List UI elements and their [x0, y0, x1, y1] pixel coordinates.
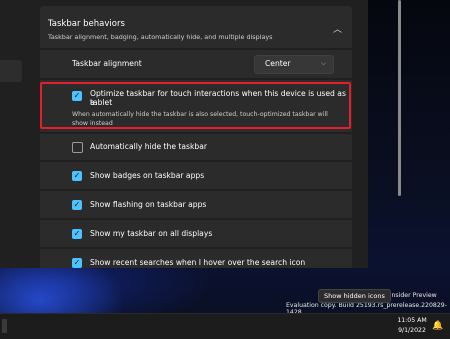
taskbar-clock[interactable]: 11:05 AM 9/1/2022: [394, 316, 430, 336]
taskbar-left-edge[interactable]: [2, 319, 7, 333]
all-displays-row: ✓ Show my taskbar on all displays: [40, 220, 352, 247]
flashing-row: ✓ Show flashing on taskbar apps: [40, 191, 352, 218]
flashing-checkbox[interactable]: ✓: [72, 200, 82, 210]
section-subtitle: Taskbar alignment, badging, automaticall…: [48, 33, 273, 41]
red-highlight-box: [40, 82, 351, 129]
show-hidden-icons-tooltip: Show hidden icons: [318, 289, 391, 303]
badges-row: ✓ Show badges on taskbar apps: [40, 162, 352, 189]
all-displays-label: Show my taskbar on all displays: [90, 229, 213, 238]
recent-searches-checkbox[interactable]: ✓: [72, 258, 82, 268]
windows-taskbar: 11:05 AM 9/1/2022 🔔: [0, 313, 450, 339]
auto-hide-row: Automatically hide the taskbar: [40, 134, 352, 160]
auto-hide-checkbox[interactable]: [72, 142, 83, 153]
nav-selected-item[interactable]: [0, 60, 22, 82]
all-displays-checkbox[interactable]: ✓: [72, 229, 82, 239]
notification-icon[interactable]: 🔔: [432, 321, 443, 331]
badges-label: Show badges on taskbar apps: [90, 171, 205, 180]
chevron-up-icon[interactable]: ︿: [333, 22, 342, 35]
settings-window: Taskbar behaviors Taskbar alignment, bad…: [36, 0, 401, 268]
settings-nav-pane: [0, 0, 36, 268]
chevron-down-icon: ⌵: [321, 59, 326, 67]
taskbar-behaviors-header[interactable]: Taskbar behaviors Taskbar alignment, bad…: [40, 6, 352, 48]
auto-hide-label: Automatically hide the taskbar: [90, 142, 208, 151]
badges-checkbox[interactable]: ✓: [72, 171, 82, 181]
dropdown-value: Center: [265, 59, 291, 68]
recent-searches-row: ✓ Show recent searches when I hover over…: [40, 249, 352, 268]
flashing-label: Show flashing on taskbar apps: [90, 200, 207, 209]
taskbar-alignment-dropdown[interactable]: Center ⌵: [254, 55, 334, 74]
taskbar-alignment-label: Taskbar alignment: [72, 59, 142, 68]
recent-searches-label: Show recent searches when I hover over t…: [90, 258, 306, 267]
section-title: Taskbar behaviors: [48, 19, 125, 29]
taskbar-alignment-row: Taskbar alignment Center ⌵: [40, 50, 352, 78]
clock-date: 9/1/2022: [398, 327, 426, 334]
settings-scrollbar[interactable]: [398, 0, 401, 196]
clock-time: 11:05 AM: [397, 317, 427, 324]
